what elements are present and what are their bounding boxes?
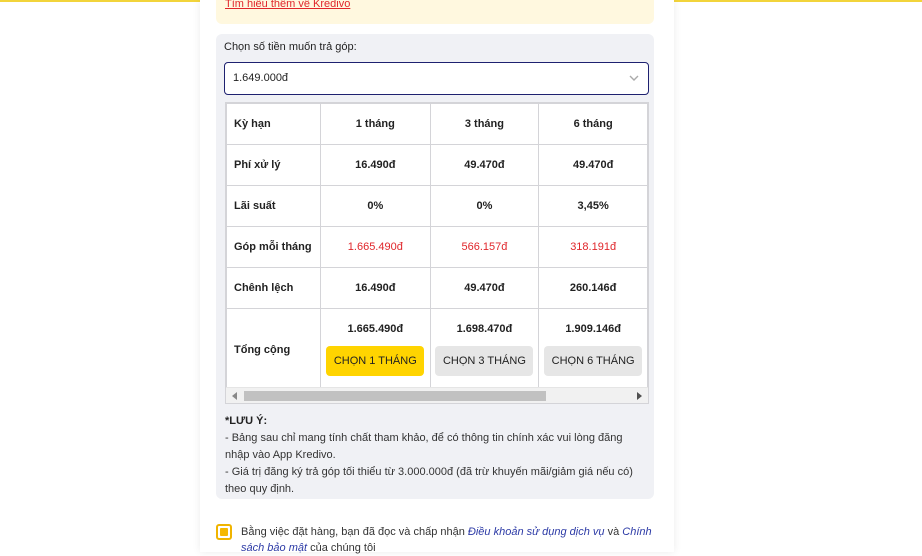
table-row: Lãi suất 0% 0% 3,45% <box>226 185 648 227</box>
total-value: 1.698.470đ <box>456 323 513 335</box>
table-row: Góp mỗi tháng 1.665.490đ 566.157đ 318.19… <box>226 226 648 268</box>
installment-panel: Chọn số tiền muốn trả góp: 1.649.000đ Kỳ… <box>216 34 654 499</box>
installment-note: *LƯU Ý: - Bảng sau chỉ mang tính chất th… <box>225 413 647 498</box>
header-col-2: 3 tháng <box>429 103 540 145</box>
total-value: 1.909.146đ <box>565 323 621 335</box>
checkbox-checked-icon[interactable] <box>216 524 232 540</box>
note-title: *LƯU Ý: <box>225 415 268 427</box>
table-header-row: Kỳ hạn 1 tháng 3 tháng 6 tháng <box>226 103 648 145</box>
installment-table: Kỳ hạn 1 tháng 3 tháng 6 tháng Phí xử lý… <box>226 103 648 391</box>
terms-and: và <box>607 526 620 538</box>
table-cell: 260.146đ <box>538 267 648 309</box>
row-label: Góp mỗi tháng <box>226 226 322 268</box>
arrow-right-icon[interactable] <box>637 392 642 400</box>
table-cell: 16.490đ <box>320 267 431 309</box>
table-cell: 0% <box>320 185 431 227</box>
choose-6-month-button[interactable]: CHỌN 6 THÁNG <box>544 346 643 376</box>
scrollbar-thumb[interactable] <box>244 391 546 401</box>
kredivo-learn-more-link[interactable]: Tìm hiểu thêm về Kredivo <box>225 0 350 10</box>
row-label: Lãi suất <box>226 185 322 227</box>
table-cell: 49.470đ <box>429 267 540 309</box>
table-cell: 318.191đ <box>538 226 648 268</box>
note-line-1: - Bảng sau chỉ mang tính chất tham khảo,… <box>225 432 623 461</box>
table-cell: 0% <box>429 185 540 227</box>
row-label: Chênh lệch <box>226 267 322 309</box>
table-cell: 16.490đ <box>320 144 431 186</box>
table-cell: 566.157đ <box>429 226 540 268</box>
table-total-row: Tổng cộng 1.665.490đ CHỌN 1 THÁNG 1.698.… <box>226 308 648 391</box>
installment-card: Tìm hiểu thêm về Kredivo Chọn số tiền mu… <box>200 0 674 554</box>
row-label: Phí xử lý <box>226 144 322 186</box>
note-line-2: - Giá trị đăng ký trả góp tối thiểu từ 3… <box>225 466 633 495</box>
amount-selected-value: 1.649.000đ <box>233 72 289 84</box>
table-cell: 1.665.490đ <box>320 226 431 268</box>
horizontal-scrollbar[interactable] <box>226 387 648 403</box>
header-col-3: 6 tháng <box>538 103 648 145</box>
table-row: Phí xử lý 16.490đ 49.470đ 49.470đ <box>226 144 648 186</box>
choose-3-month-button[interactable]: CHỌN 3 THÁNG <box>435 346 534 376</box>
arrow-left-icon[interactable] <box>232 392 237 400</box>
table-cell: 49.470đ <box>429 144 540 186</box>
header-col-1: 1 tháng <box>320 103 431 145</box>
terms-prefix: Bằng việc đặt hàng, bạn đã đọc và chấp n… <box>241 526 465 538</box>
header-label: Kỳ hạn <box>226 103 322 145</box>
terms-suffix: của chúng tôi <box>310 542 376 554</box>
total-label: Tổng cộng <box>226 308 322 391</box>
table-cell: 3,45% <box>538 185 648 227</box>
choose-1-month-button[interactable]: CHỌN 1 THÁNG <box>326 346 425 376</box>
installment-table-scroll[interactable]: Kỳ hạn 1 tháng 3 tháng 6 tháng Phí xử lý… <box>225 102 649 404</box>
total-value: 1.665.490đ <box>347 323 404 335</box>
total-cell: 1.665.490đ CHỌN 1 THÁNG <box>320 308 431 391</box>
terms-text: Bằng việc đặt hàng, bạn đã đọc và chấp n… <box>241 524 656 556</box>
amount-select[interactable]: 1.649.000đ <box>224 62 649 95</box>
kredivo-notice: Tìm hiểu thêm về Kredivo <box>216 0 654 24</box>
total-cell: 1.909.146đ CHỌN 6 THÁNG <box>538 308 648 391</box>
table-cell: 49.470đ <box>538 144 648 186</box>
total-cell: 1.698.470đ CHỌN 3 THÁNG <box>429 308 540 391</box>
terms-of-service-link[interactable]: Điều khoản sử dụng dịch vụ <box>468 526 605 538</box>
chevron-down-icon <box>629 75 639 81</box>
table-row: Chênh lệch 16.490đ 49.470đ 260.146đ <box>226 267 648 309</box>
amount-label: Chọn số tiền muốn trả góp: <box>224 41 357 53</box>
